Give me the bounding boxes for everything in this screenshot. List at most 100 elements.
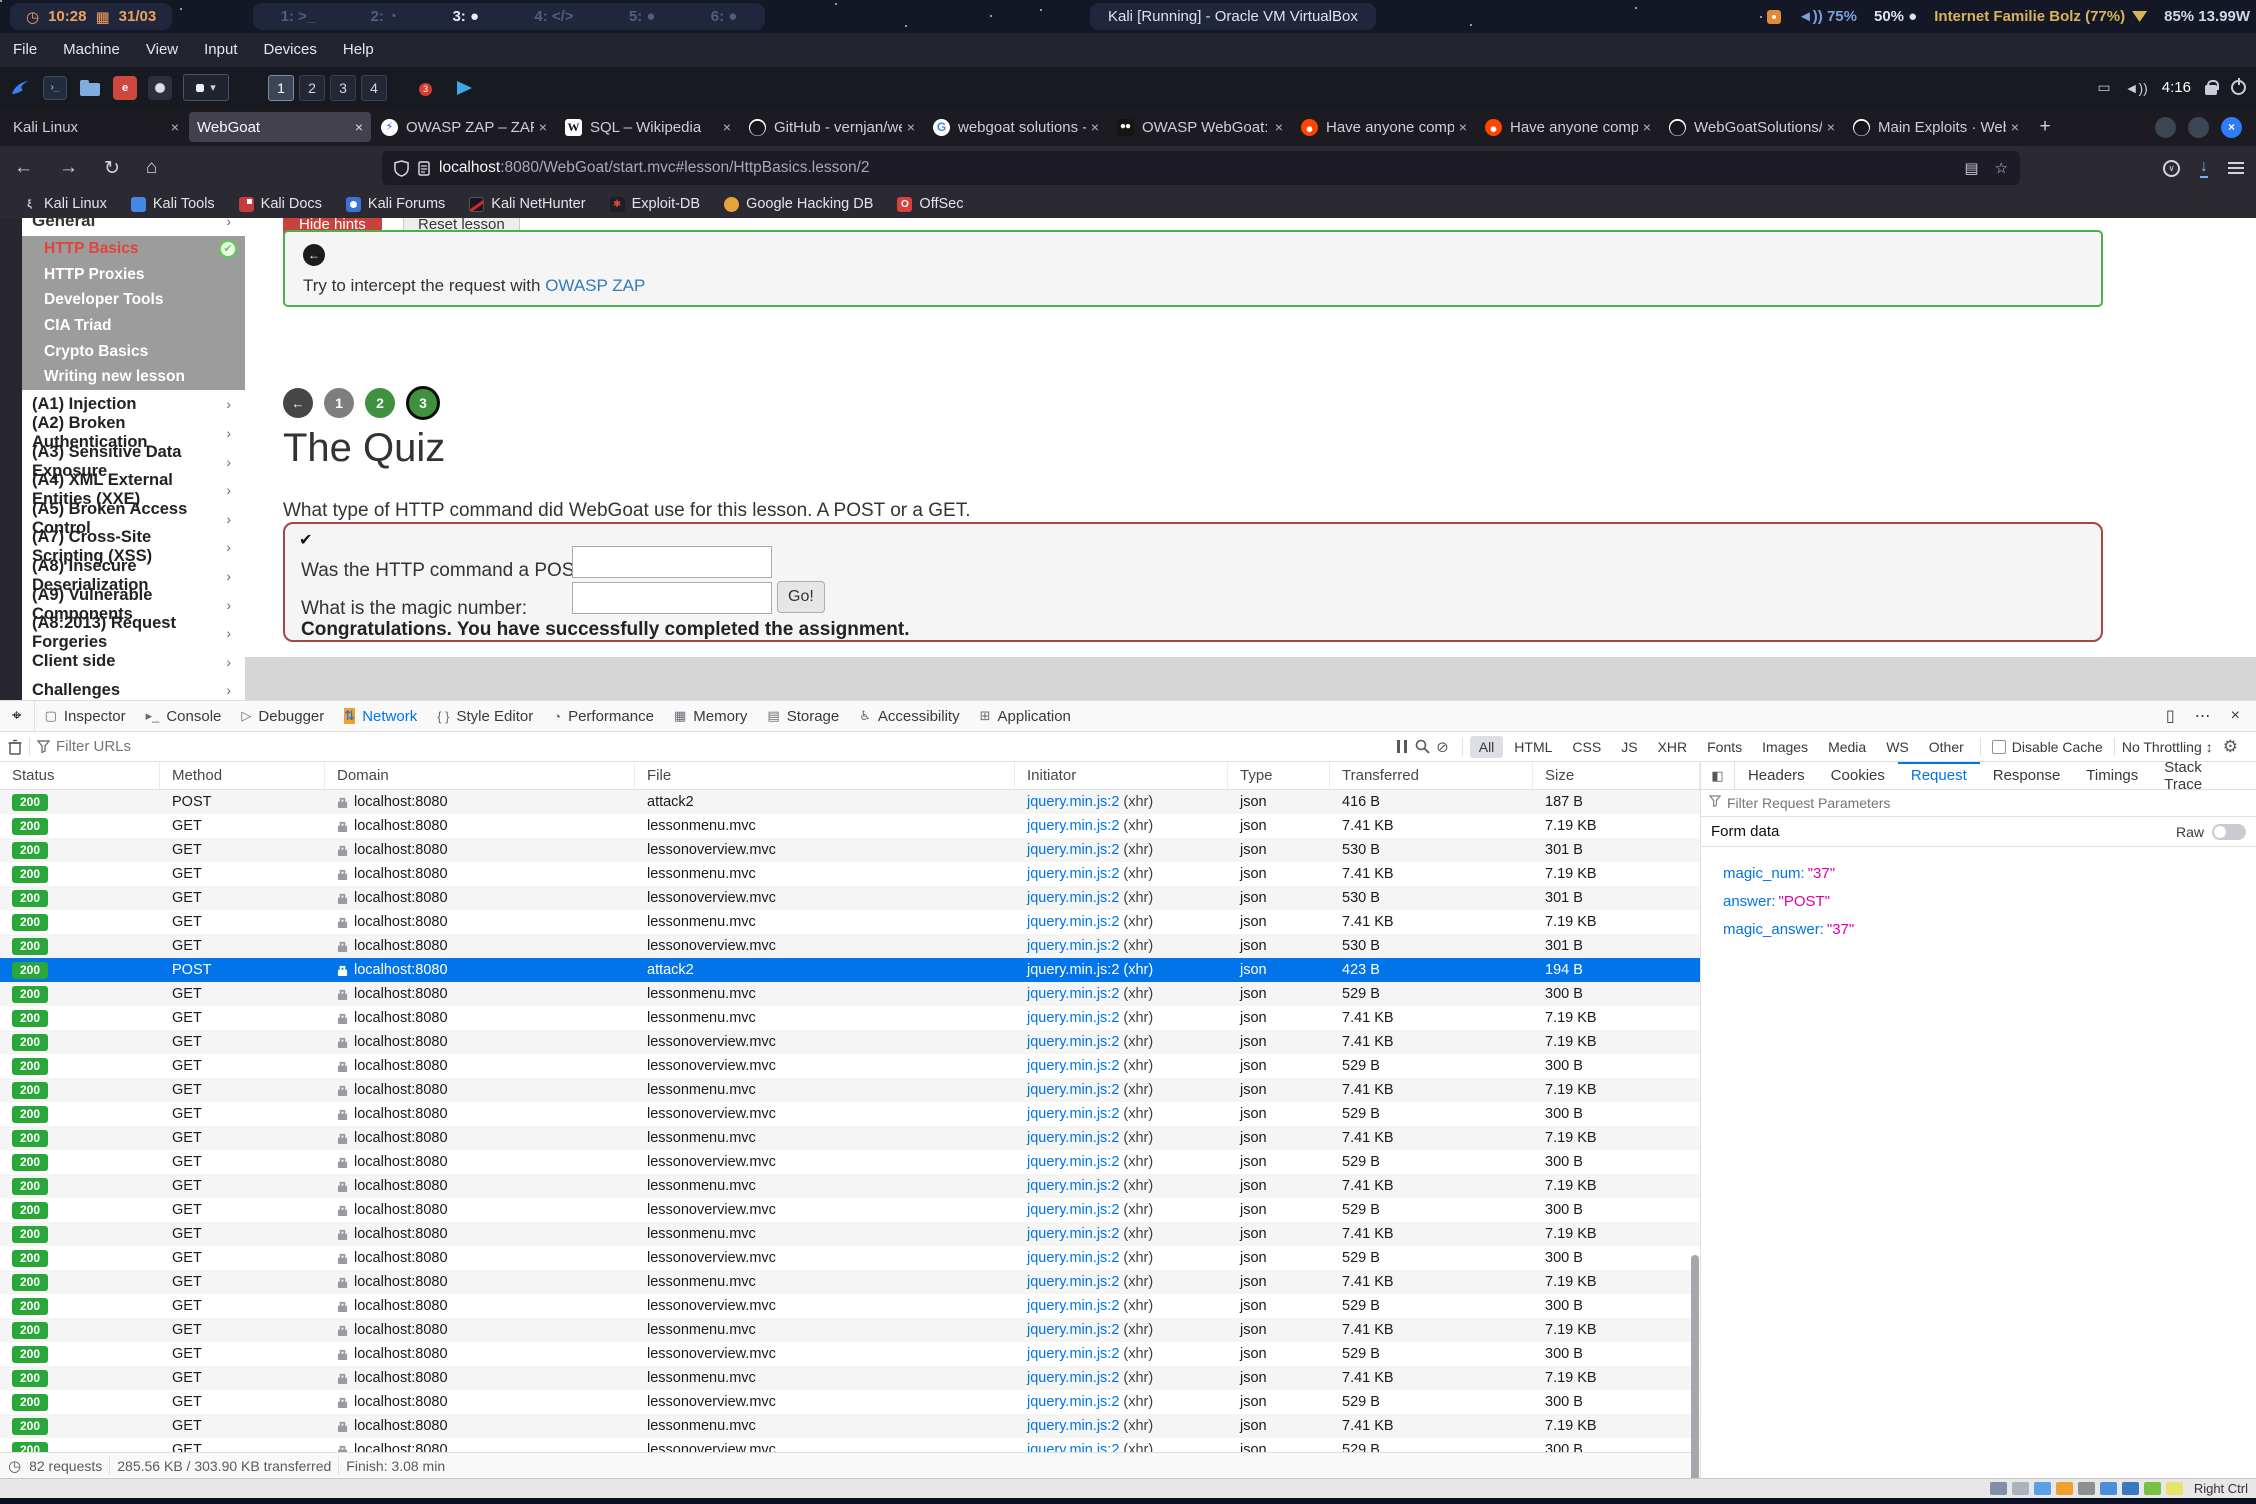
usb-icon[interactable] bbox=[2078, 1482, 2095, 1495]
question2-input[interactable] bbox=[572, 582, 772, 614]
sidebar-lesson-item[interactable]: CIA Triad ✔ bbox=[22, 313, 245, 339]
request-type-filter[interactable]: JS bbox=[1612, 736, 1646, 758]
network-request-row[interactable]: 200 GET localhost:8080 lessonmenu.mvc jq… bbox=[0, 1078, 1700, 1102]
network-request-row[interactable]: 200 GET localhost:8080 lessonoverview.mv… bbox=[0, 934, 1700, 958]
screenshot-dropdown[interactable]: ▾ bbox=[183, 74, 229, 101]
host-workspace-item[interactable]: 6: ● bbox=[711, 8, 738, 25]
devtools-tool-tab[interactable]: Memory bbox=[664, 701, 757, 731]
initiator-link[interactable]: jquery.min.js:2 bbox=[1027, 1442, 1119, 1452]
vm-clock[interactable]: 4:16 bbox=[2162, 79, 2191, 96]
page-number-button[interactable]: 3 bbox=[406, 386, 440, 420]
network-request-row[interactable]: 200 GET localhost:8080 lessonmenu.mvc jq… bbox=[0, 1414, 1700, 1438]
terminal-icon[interactable]: ›_ bbox=[43, 76, 67, 100]
bookmark-star-icon[interactable]: ☆ bbox=[1995, 159, 2008, 177]
initiator-link[interactable]: jquery.min.js:2 bbox=[1027, 866, 1119, 882]
file-manager-icon[interactable] bbox=[78, 76, 102, 100]
mouse-icon[interactable] bbox=[2166, 1482, 2183, 1495]
request-type-filter[interactable]: Fonts bbox=[1698, 736, 1751, 758]
column-header-type[interactable]: Type bbox=[1228, 762, 1330, 789]
filter-urls-input[interactable] bbox=[56, 738, 276, 755]
form-data-param[interactable]: magic_answer "37" bbox=[1723, 915, 2256, 943]
network-request-row[interactable]: 200 POST localhost:8080 attack2 jquery.m… bbox=[0, 790, 1700, 814]
tab-close-icon[interactable]: × bbox=[907, 119, 915, 135]
kali-menu-icon[interactable] bbox=[8, 76, 32, 100]
request-panel-tab[interactable]: Headers bbox=[1735, 762, 1818, 789]
network-request-row[interactable]: 200 GET localhost:8080 lessonmenu.mvc jq… bbox=[0, 1174, 1700, 1198]
display-icon[interactable]: ▭ bbox=[2097, 79, 2110, 96]
host-workspace-item[interactable]: 5: ● bbox=[629, 8, 656, 25]
column-header-file[interactable]: File bbox=[635, 762, 1015, 789]
forward-icon[interactable]: → bbox=[59, 157, 78, 179]
request-type-filter[interactable]: XHR bbox=[1649, 736, 1697, 758]
pocket-icon[interactable]: ∨ bbox=[2163, 160, 2180, 177]
display-icon[interactable] bbox=[2122, 1482, 2139, 1495]
network-request-row[interactable]: 200 GET localhost:8080 lessonmenu.mvc jq… bbox=[0, 1270, 1700, 1294]
request-type-filter[interactable]: All bbox=[1470, 736, 1504, 758]
sidebar-category-item[interactable]: Challenges › bbox=[22, 676, 245, 700]
initiator-link[interactable]: jquery.min.js:2 bbox=[1027, 1106, 1119, 1122]
initiator-link[interactable]: jquery.min.js:2 bbox=[1027, 1058, 1119, 1074]
column-header-status[interactable]: Status bbox=[0, 762, 160, 789]
bookmark-item[interactable]: Kali Docs bbox=[227, 196, 334, 212]
maximize-button[interactable] bbox=[2188, 117, 2209, 138]
search-icon[interactable] bbox=[1415, 739, 1430, 754]
bookmark-item[interactable]: Kali Tools bbox=[119, 196, 227, 212]
host-workspace-item[interactable]: 4: </> bbox=[534, 8, 573, 25]
menubar-item[interactable]: View bbox=[133, 33, 191, 67]
browser-tab[interactable]: SQL – Wikipedia × bbox=[557, 112, 739, 142]
initiator-link[interactable]: jquery.min.js:2 bbox=[1027, 890, 1119, 906]
back-icon[interactable]: ← bbox=[14, 157, 33, 179]
menubar-item[interactable]: Machine bbox=[50, 33, 133, 67]
network-request-row[interactable]: 200 GET localhost:8080 lessonmenu.mvc jq… bbox=[0, 1126, 1700, 1150]
pick-element-icon[interactable]: ⌖ bbox=[0, 701, 35, 731]
url-bar[interactable]: localhost:8080/WebGoat/start.mvc#lesson/… bbox=[382, 151, 2020, 185]
shared-folder-icon[interactable] bbox=[2100, 1482, 2117, 1495]
devtools-tool-tab[interactable]: Debugger bbox=[231, 701, 334, 731]
vm-workspace-button[interactable]: 2 bbox=[299, 75, 325, 101]
tab-close-icon[interactable]: × bbox=[723, 119, 731, 135]
browser-tab[interactable]: WebGoatSolutions/S × bbox=[1661, 112, 1843, 142]
network-request-row[interactable]: 200 GET localhost:8080 lessonoverview.mv… bbox=[0, 1390, 1700, 1414]
bookmark-item[interactable]: Kali Forums bbox=[334, 196, 457, 212]
devtools-close-icon[interactable]: × bbox=[2221, 707, 2250, 725]
tab-close-icon[interactable]: × bbox=[171, 119, 179, 135]
power-icon[interactable] bbox=[2231, 80, 2246, 95]
tab-close-icon[interactable]: × bbox=[1275, 119, 1283, 135]
devtools-tool-tab[interactable]: Storage bbox=[757, 701, 849, 731]
volume-icon[interactable]: ◄)) bbox=[2125, 80, 2148, 96]
filter-request-parameters-input[interactable] bbox=[1727, 795, 2248, 811]
sidebar-category-item[interactable]: (A8:2013) Request Forgeries › bbox=[22, 619, 245, 648]
devtools-tool-tab[interactable]: Accessibility bbox=[849, 701, 969, 731]
sidebar-item-general[interactable]: General › bbox=[22, 218, 245, 236]
meatball-menu-icon[interactable]: ⋯ bbox=[2185, 706, 2221, 726]
responsive-design-icon[interactable]: ▯ bbox=[2156, 706, 2185, 726]
go-button[interactable]: Go! bbox=[777, 581, 825, 613]
reader-mode-icon[interactable]: ▤ bbox=[1964, 159, 1978, 177]
sidebar-lesson-item[interactable]: HTTP Basics ✔ bbox=[22, 236, 245, 262]
column-header-method[interactable]: Method bbox=[160, 762, 325, 789]
clear-requests-icon[interactable] bbox=[8, 739, 22, 755]
initiator-link[interactable]: jquery.min.js:2 bbox=[1027, 1202, 1119, 1218]
initiator-link[interactable]: jquery.min.js:2 bbox=[1027, 914, 1119, 930]
tab-close-icon[interactable]: × bbox=[355, 119, 363, 135]
network-request-row[interactable]: 200 GET localhost:8080 lessonmenu.mvc jq… bbox=[0, 1366, 1700, 1390]
network-request-row[interactable]: 200 GET localhost:8080 lessonmenu.mvc jq… bbox=[0, 982, 1700, 1006]
initiator-link[interactable]: jquery.min.js:2 bbox=[1027, 794, 1119, 810]
raw-toggle[interactable] bbox=[2212, 824, 2246, 840]
form-data-param[interactable]: magic_num "37" bbox=[1723, 859, 2256, 887]
reload-icon[interactable]: ↻ bbox=[104, 157, 120, 180]
initiator-link[interactable]: jquery.min.js:2 bbox=[1027, 1226, 1119, 1242]
network-request-row[interactable]: 200 GET localhost:8080 lessonoverview.mv… bbox=[0, 1246, 1700, 1270]
request-type-filter[interactable]: WS bbox=[1877, 736, 1918, 758]
browser-tab[interactable]: Have anyone comple × bbox=[1293, 112, 1475, 142]
browser-tab[interactable]: Kali Linux × bbox=[5, 112, 187, 142]
initiator-link[interactable]: jquery.min.js:2 bbox=[1027, 1130, 1119, 1146]
network-request-row[interactable]: 200 GET localhost:8080 lessonmenu.mvc jq… bbox=[0, 1006, 1700, 1030]
page-info-icon[interactable] bbox=[418, 161, 430, 176]
initiator-link[interactable]: jquery.min.js:2 bbox=[1027, 818, 1119, 834]
network-request-row[interactable]: 200 GET localhost:8080 lessonoverview.mv… bbox=[0, 1150, 1700, 1174]
vm-workspace-button[interactable]: 1 bbox=[268, 75, 294, 101]
menubar-item[interactable]: File bbox=[0, 33, 50, 67]
tab-close-icon[interactable]: × bbox=[1091, 119, 1099, 135]
initiator-link[interactable]: jquery.min.js:2 bbox=[1027, 1274, 1119, 1290]
